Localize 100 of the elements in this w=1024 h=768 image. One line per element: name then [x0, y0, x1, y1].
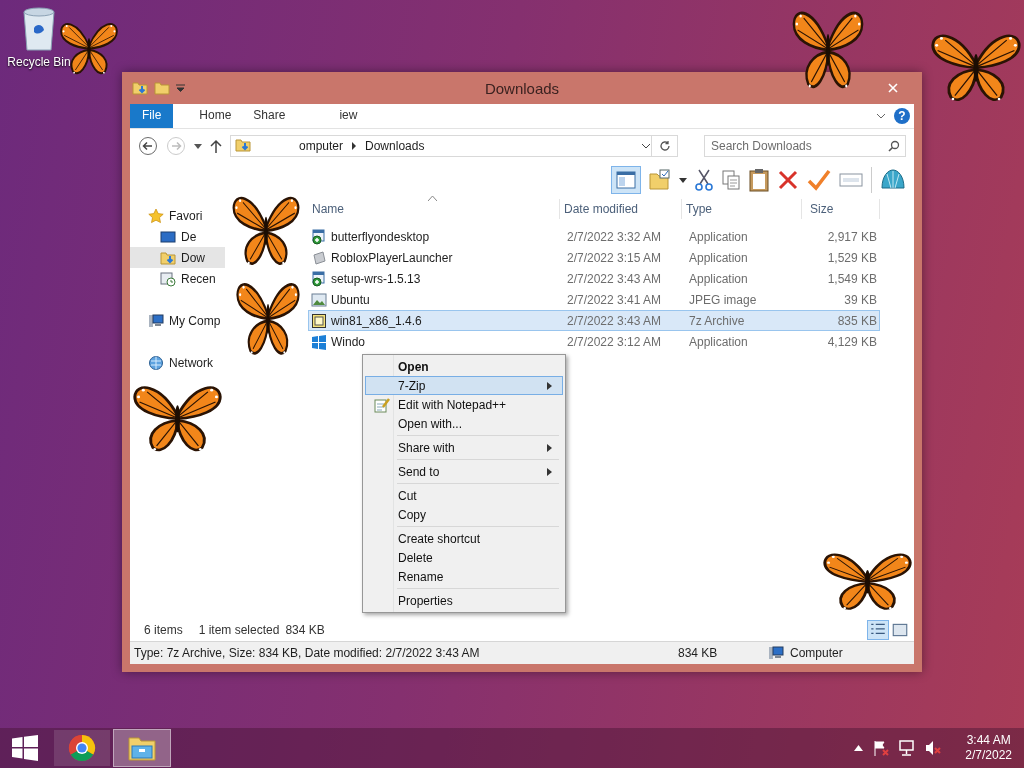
- column-header[interactable]: Type: [682, 199, 802, 219]
- menu-item[interactable]: Send to: [365, 462, 563, 481]
- back-button[interactable]: [138, 136, 158, 156]
- preview-pane-button[interactable]: [611, 166, 641, 194]
- dropdown-caret-icon[interactable]: [679, 177, 687, 183]
- column-header[interactable]: Name: [308, 199, 560, 219]
- taskbar-button[interactable]: [114, 730, 170, 766]
- network-icon[interactable]: [899, 740, 916, 756]
- ribbon-tab[interactable]: Home: [189, 104, 242, 128]
- menu-item[interactable]: Delete: [365, 548, 563, 567]
- file-row[interactable]: Windo 2/7/2022 3:12 AM Application 4,129 KB: [308, 331, 880, 352]
- table-cell-text: 2/7/2022 3:43 AM: [566, 271, 663, 286]
- file-row[interactable]: RobloxPlayerLauncher 2/7/2022 3:15 AM Application 1,529 KB: [308, 247, 880, 268]
- large-icons-view-icon[interactable]: [890, 621, 910, 639]
- table-cell-text: JPEG image: [688, 292, 758, 307]
- flag-icon[interactable]: [873, 740, 890, 756]
- details-text: Type: 7z Archive, Size: 834 KB, Date modified: 2/7/2022 3:43 AM: [134, 646, 481, 660]
- table-cell-text: 1,529 KB: [826, 250, 878, 265]
- menu-item[interactable]: Open: [365, 357, 563, 376]
- folder-arrow-icon[interactable]: [132, 80, 148, 96]
- expand-ribbon-icon[interactable]: [876, 113, 886, 119]
- details-size: 834 KB: [678, 646, 719, 660]
- menu-item[interactable]: Share with: [365, 438, 563, 457]
- shell-icon[interactable]: [880, 168, 906, 192]
- search-field[interactable]: Search Downloads: [704, 135, 906, 157]
- computer-icon: [148, 312, 164, 329]
- address-bar[interactable]: omputer Downloads: [230, 135, 652, 157]
- table-cell-text: 2/7/2022 3:15 AM: [566, 250, 663, 265]
- menu-item[interactable]: Edit with Notepad++: [365, 395, 563, 414]
- file-row[interactable]: butterflyondesktop 2/7/2022 3:32 AM Application 2,917 KB: [308, 226, 880, 247]
- breadcrumb[interactable]: Downloads: [363, 139, 427, 153]
- file-row[interactable]: Ubuntu 2/7/2022 3:41 AM JPEG image 39 KB: [308, 289, 880, 310]
- search-icon: [888, 140, 900, 152]
- image-icon: [311, 291, 327, 308]
- up-arrow-icon[interactable]: [210, 139, 222, 153]
- show-hidden-icons-caret[interactable]: [854, 745, 864, 751]
- table-cell-text: 2/7/2022 3:12 AM: [566, 334, 663, 349]
- column-header[interactable]: Size: [802, 199, 880, 219]
- taskbar-button[interactable]: [54, 730, 110, 766]
- table-cell-text: 835 KB: [836, 313, 878, 328]
- clock-date: 2/7/2022: [965, 748, 1012, 763]
- file-name: Ubuntu: [331, 292, 370, 307]
- file-name: setup-wrs-1.5.13: [331, 271, 421, 286]
- ribbon-tab[interactable]: Share: [243, 104, 296, 128]
- monitor-icon: [160, 228, 176, 245]
- item-count: 6 items: [144, 623, 183, 637]
- details-view-icon[interactable]: [868, 621, 888, 639]
- file-row[interactable]: setup-wrs-1.5.13 2/7/2022 3:43 AM Application 1,549 KB: [308, 268, 880, 289]
- table-cell-text: 7z Archive: [688, 313, 746, 328]
- address-dropdown-icon[interactable]: [641, 143, 651, 149]
- nav-item[interactable]: Network: [130, 352, 221, 373]
- ribbon-tab[interactable]: File: [130, 104, 174, 128]
- menu-item[interactable]: Rename: [365, 567, 563, 586]
- menu-item[interactable]: Create shortcut: [365, 529, 563, 548]
- windows-logo-icon: [311, 333, 327, 350]
- recycle-bin-icon[interactable]: [21, 6, 57, 52]
- nav-item[interactable]: De: [130, 226, 205, 247]
- file-row[interactable]: win81_x86_1.4.6 2/7/2022 3:43 AM 7z Archive 835 KB: [308, 310, 880, 331]
- clock-time: 3:44 AM: [966, 733, 1011, 748]
- refresh-button[interactable]: [652, 135, 678, 157]
- recent-locations-caret-icon[interactable]: [194, 143, 202, 149]
- menu-item[interactable]: Properties: [365, 591, 563, 610]
- tile-icon: [311, 249, 327, 266]
- network-icon: [148, 354, 164, 371]
- nav-item[interactable]: Dow: [130, 247, 225, 268]
- copy-icon[interactable]: [721, 169, 741, 191]
- folder-checkbox-icon[interactable]: [649, 169, 671, 191]
- menu-item[interactable]: Open with...: [365, 414, 563, 433]
- table-cell-text: 2/7/2022 3:41 AM: [566, 292, 663, 307]
- ribbon-tab[interactable]: iew: [329, 104, 368, 128]
- location-label: Computer: [790, 646, 843, 660]
- nav-item[interactable]: Recen: [130, 268, 224, 289]
- table-cell-text: 2,917 KB: [826, 229, 878, 244]
- help-button[interactable]: ?: [894, 108, 910, 124]
- preview-pane-icon: [616, 171, 636, 189]
- folder-arrow-icon: [235, 136, 251, 153]
- menu-item[interactable]: Cut: [365, 486, 563, 505]
- menu-item[interactable]: 7-Zip: [365, 376, 563, 395]
- paste-icon[interactable]: [749, 168, 769, 192]
- nav-item[interactable]: Favori: [130, 205, 211, 226]
- checkmark-icon[interactable]: [807, 169, 831, 191]
- column-header[interactable]: Date modified: [560, 199, 682, 219]
- table-cell-text: 2/7/2022 3:32 AM: [566, 229, 663, 244]
- recent-places-icon: [160, 270, 176, 287]
- browser-icon: [67, 733, 97, 763]
- breadcrumb[interactable]: omputer: [297, 139, 346, 153]
- delete-icon[interactable]: [777, 169, 799, 191]
- installer-icon: [311, 228, 327, 245]
- clock[interactable]: 3:44 AM 2/7/2022: [965, 733, 1012, 763]
- nav-item[interactable]: My Comp: [130, 310, 229, 331]
- file-name: butterflyondesktop: [331, 229, 430, 244]
- file-name: win81_x86_1.4.6: [331, 313, 422, 328]
- table-cell-text: Application: [688, 229, 749, 244]
- volume-muted-icon[interactable]: [925, 740, 942, 756]
- window-title: Downloads: [483, 79, 561, 97]
- table-cell-text: Application: [688, 334, 749, 349]
- menu-item[interactable]: Copy: [365, 505, 563, 524]
- cut-icon[interactable]: [695, 169, 713, 191]
- selection-size: 834 KB: [285, 623, 325, 637]
- table-cell-text: 4,129 KB: [826, 334, 878, 349]
